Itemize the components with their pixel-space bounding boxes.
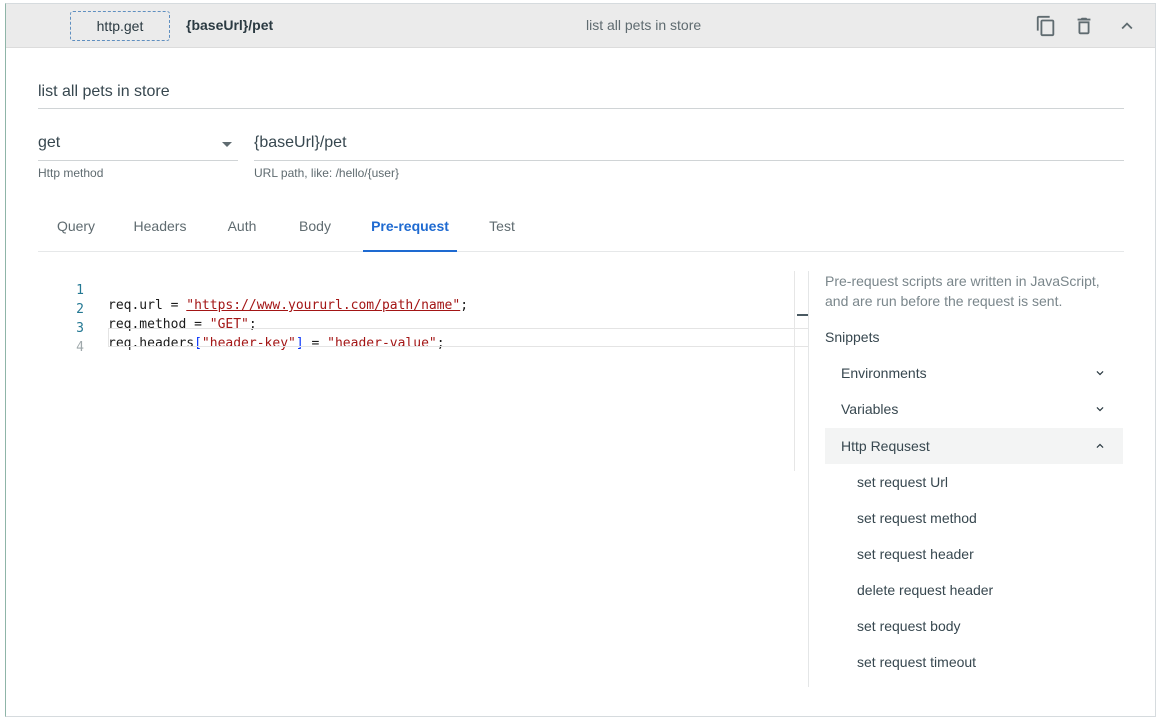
code-line: 1 req.url = "https://www.yoururl.com/pat… bbox=[38, 268, 810, 313]
description-field[interactable]: list all pets in store bbox=[38, 83, 1124, 109]
snippet-set-request-header[interactable]: set request header bbox=[857, 546, 974, 562]
snippets-intro: Pre-request scripts are written in JavaS… bbox=[825, 273, 1100, 309]
script-editor[interactable]: 1 req.url = "https://www.yoururl.com/pat… bbox=[38, 266, 810, 476]
snippet-group-label: Environments bbox=[841, 365, 927, 381]
editor-scrollbar[interactable] bbox=[794, 271, 809, 471]
request-card: http.get {baseUrl}/pet list all pets in … bbox=[5, 3, 1156, 717]
snippet-set-request-timeout[interactable]: set request timeout bbox=[857, 654, 976, 670]
current-line-highlight bbox=[108, 328, 809, 347]
line-number: 4 bbox=[76, 340, 84, 355]
http-method-hint: Http method bbox=[38, 166, 104, 180]
tab-auth[interactable]: Auth bbox=[221, 208, 263, 252]
http-method-value: get bbox=[38, 134, 61, 151]
dropdown-arrow-icon bbox=[222, 142, 232, 147]
chevron-down-icon bbox=[1093, 402, 1107, 416]
snippet-group-http-request[interactable]: Http Requsest bbox=[825, 428, 1123, 464]
tab-headers[interactable]: Headers bbox=[125, 208, 195, 252]
request-header[interactable]: http.get {baseUrl}/pet list all pets in … bbox=[6, 4, 1155, 48]
chevron-up-icon bbox=[1093, 439, 1107, 453]
tab-query[interactable]: Query bbox=[48, 208, 104, 252]
snippets-panel: Pre-request scripts are written in JavaS… bbox=[825, 271, 1125, 670]
copy-icon[interactable] bbox=[1035, 15, 1057, 37]
chevron-up-icon[interactable] bbox=[1116, 15, 1138, 37]
chevron-down-icon bbox=[1093, 366, 1107, 380]
method-chip[interactable]: http.get bbox=[70, 11, 170, 41]
snippet-set-request-url[interactable]: set request Url bbox=[857, 474, 948, 490]
tab-body[interactable]: Body bbox=[292, 208, 338, 252]
code-line: 2 req.method = "GET"; bbox=[38, 287, 810, 332]
trash-icon[interactable] bbox=[1073, 15, 1095, 37]
url-path-hint: URL path, like: /hello/{user} bbox=[254, 166, 399, 180]
url-path-input[interactable]: {baseUrl}/pet bbox=[254, 134, 1124, 161]
snippets-title: Snippets bbox=[825, 329, 880, 345]
snippet-delete-request-header[interactable]: delete request header bbox=[857, 582, 993, 598]
snippet-group-label: Variables bbox=[841, 401, 899, 417]
snippet-set-request-body[interactable]: set request body bbox=[857, 618, 961, 634]
tab-pre-request[interactable]: Pre-request bbox=[363, 208, 457, 252]
header-description: list all pets in store bbox=[586, 17, 702, 33]
request-tabs: Query Headers Auth Body Pre-request Test bbox=[38, 208, 1124, 252]
snippet-group-environments[interactable]: Environments bbox=[825, 355, 1123, 391]
snippet-set-request-method[interactable]: set request method bbox=[857, 510, 977, 526]
panel-divider bbox=[808, 271, 809, 687]
header-url: {baseUrl}/pet bbox=[186, 17, 274, 33]
code-line: 3 req.headers["header-key"] = "header-va… bbox=[38, 306, 810, 351]
http-method-select[interactable]: get bbox=[38, 134, 238, 161]
snippet-group-variables[interactable]: Variables bbox=[825, 391, 1123, 427]
snippet-group-label: Http Requsest bbox=[841, 438, 930, 454]
tab-test[interactable]: Test bbox=[482, 208, 522, 252]
